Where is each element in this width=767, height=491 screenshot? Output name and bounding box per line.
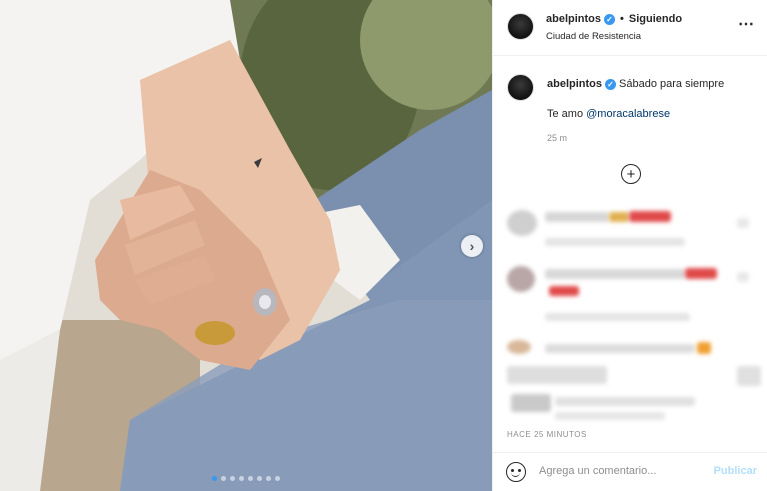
list-item [737, 272, 749, 282]
list-item [555, 412, 665, 420]
emoji-icon[interactable] [506, 462, 526, 482]
caption-prefix: Te amo [547, 108, 587, 120]
caption-timestamp: 25 m [547, 133, 568, 143]
post-timestamp: HACE 25 MINUTOS [507, 430, 587, 439]
list-item [545, 238, 685, 246]
caption-line-2: Te amo @moracalabrese [547, 108, 670, 120]
load-more-comments-icon[interactable]: + [621, 164, 641, 184]
post-side-panel: abelpintos ✓ • Siguiendo Ciudad de Resis… [492, 0, 767, 491]
list-item [555, 397, 695, 406]
avatar [507, 266, 535, 292]
list-item [545, 212, 609, 222]
carousel-dot [248, 476, 253, 481]
next-photo-button[interactable]: › [461, 235, 483, 257]
avatar[interactable] [507, 13, 534, 40]
carousel-dot [230, 476, 235, 481]
list-item [609, 212, 629, 222]
list-item [545, 269, 685, 279]
list-item [549, 286, 579, 296]
publish-button[interactable]: Publicar [714, 465, 757, 477]
carousel-dot [221, 476, 226, 481]
list-item [545, 344, 695, 353]
follow-status-button[interactable]: Siguiendo [629, 13, 682, 25]
carousel-dot [266, 476, 271, 481]
list-item [737, 366, 761, 386]
verified-badge-icon: ✓ [604, 13, 616, 25]
carousel-dot [257, 476, 262, 481]
list-item [629, 211, 671, 222]
verified-badge-icon: ✓ [605, 78, 617, 90]
more-options-icon[interactable]: ⋯ [738, 14, 755, 34]
carousel-indicator [212, 476, 280, 481]
add-comment-bar: Publicar [493, 452, 767, 491]
carousel-dot [212, 476, 217, 481]
username-link[interactable]: abelpintos [546, 13, 601, 25]
avatar [507, 210, 537, 236]
list-item [697, 342, 711, 354]
chevron-right-icon: › [469, 238, 475, 254]
post-photo[interactable]: › [0, 0, 492, 491]
mention-link[interactable]: @moracalabrese [586, 108, 670, 120]
location-link[interactable]: Ciudad de Resistencia [546, 31, 641, 42]
list-item [545, 313, 690, 321]
header-user-line: abelpintos ✓ • Siguiendo [546, 13, 682, 25]
carousel-dot [275, 476, 280, 481]
avatar[interactable] [507, 74, 534, 101]
list-item [507, 366, 607, 384]
username-link[interactable]: abelpintos [547, 78, 602, 90]
avatar [507, 340, 531, 354]
caption-line: abelpintos ✓ Sábado para siempre [547, 78, 724, 90]
post-header: abelpintos ✓ • Siguiendo Ciudad de Resis… [493, 0, 767, 56]
carousel-dot [239, 476, 244, 481]
list-item [511, 394, 551, 412]
list-item [685, 268, 717, 279]
caption-text: Sábado para siempre [619, 78, 725, 90]
comment-input[interactable] [539, 465, 699, 477]
hands-photo-illustration [0, 0, 492, 491]
list-item [737, 218, 749, 228]
separator-dot: • [620, 13, 624, 25]
